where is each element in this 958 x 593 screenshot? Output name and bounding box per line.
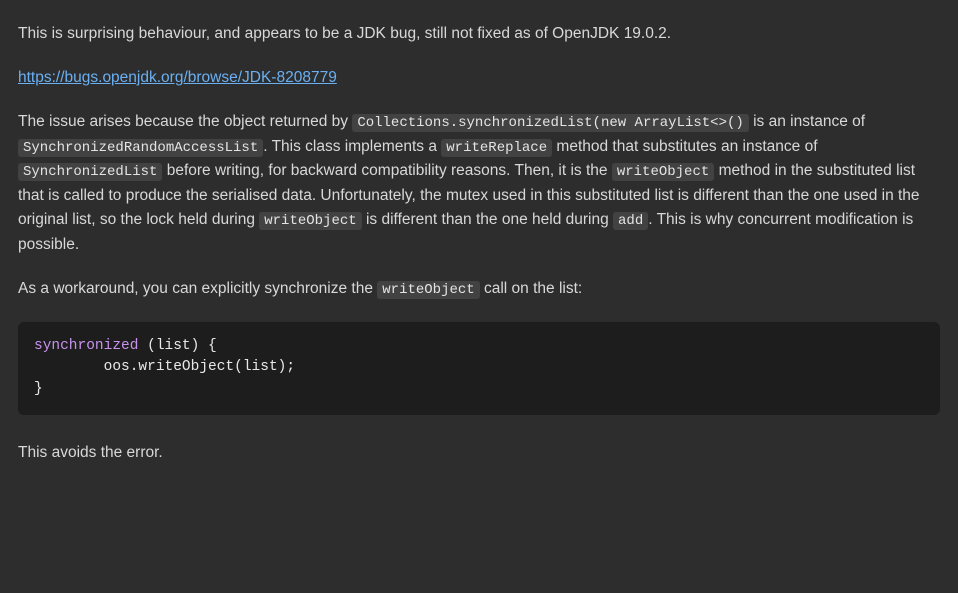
code-inline: SynchronizedRandomAccessList	[18, 139, 263, 157]
text: is different than the one held during	[362, 211, 613, 228]
code-inline: writeObject	[377, 281, 479, 299]
intro-paragraph: This is surprising behaviour, and appear…	[18, 22, 940, 46]
explanation-paragraph: The issue arises because the object retu…	[18, 110, 940, 257]
bug-link-paragraph: https://bugs.openjdk.org/browse/JDK-8208…	[18, 66, 940, 90]
workaround-paragraph: As a workaround, you can explicitly sync…	[18, 277, 940, 302]
jdk-bug-link[interactable]: https://bugs.openjdk.org/browse/JDK-8208…	[18, 69, 337, 86]
code-inline: writeReplace	[441, 139, 552, 157]
text: before writing, for backward compatibili…	[162, 162, 611, 179]
code-text: }	[34, 381, 43, 397]
code-inline: writeObject	[612, 163, 714, 181]
keyword: synchronized	[34, 338, 138, 354]
text: . This class implements a	[263, 138, 441, 155]
code-inline: SynchronizedList	[18, 163, 162, 181]
code-text: (list) {	[138, 338, 216, 354]
text: The issue arises because the object retu…	[18, 113, 352, 130]
text: As a workaround, you can explicitly sync…	[18, 280, 377, 297]
text: call on the list:	[480, 280, 583, 297]
code-inline: Collections.synchronizedList(new ArrayLi…	[352, 114, 748, 132]
closing-paragraph: This avoids the error.	[18, 441, 940, 465]
code-inline: add	[613, 212, 648, 230]
text: method that substitutes an instance of	[552, 138, 817, 155]
text: is an instance of	[749, 113, 865, 130]
code-block: synchronized (list) { oos.writeObject(li…	[18, 322, 940, 415]
code-inline: writeObject	[259, 212, 361, 230]
code-text: oos.writeObject(list);	[34, 359, 295, 375]
